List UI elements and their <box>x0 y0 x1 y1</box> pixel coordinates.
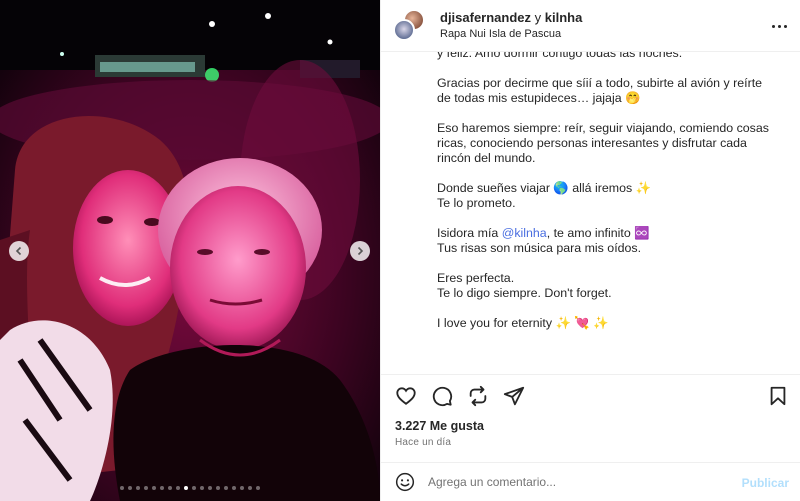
caption-paragraph: Eres perfecta. Te lo digo siempre. Don't… <box>437 271 777 301</box>
post-timestamp[interactable]: Hace un día <box>395 437 451 448</box>
caption-paragraph: I love you for eternity ✨ 💘 ✨ <box>437 316 777 331</box>
more-options-button[interactable] <box>771 19 787 33</box>
heart-icon[interactable] <box>395 385 417 407</box>
publish-button[interactable]: Publicar <box>742 476 789 490</box>
collaborator-username[interactable]: kilnha <box>545 10 583 25</box>
post-author-block: djisafernandez y kilnha Rapa Nui Isla de… <box>440 9 582 42</box>
comment-icon[interactable] <box>431 385 453 407</box>
bookmark-icon[interactable] <box>767 385 789 407</box>
caption-text: y feliz. Amo dormir contigo todas las no… <box>437 52 683 60</box>
caption-paragraph: Isidora mía @kilnha, te amo infinito ♾️ … <box>437 226 777 256</box>
caption-text: Te lo prometo. <box>437 196 516 210</box>
carousel-dot <box>232 486 236 490</box>
carousel-dot <box>240 486 244 490</box>
carousel-dot <box>144 486 148 490</box>
caption-text: Eres perfecta. <box>437 271 515 285</box>
carousel-dot <box>152 486 156 490</box>
carousel-dot <box>200 486 204 490</box>
caption-text: Gracias por decirme que síií a todo, sub… <box>437 76 763 105</box>
author-username[interactable]: djisafernandez <box>440 10 531 25</box>
caption-paragraph: Eso haremos siempre: reír, seguir viajan… <box>437 121 777 166</box>
caption-text: Donde sueñes viajar 🌎 allá iremos ✨ <box>437 181 652 195</box>
carousel-dot <box>120 486 124 490</box>
chevron-left-icon <box>15 246 22 256</box>
carousel-dot <box>224 486 228 490</box>
carousel-dot <box>176 486 180 490</box>
carousel-dot <box>248 486 252 490</box>
actions-bar <box>381 374 800 407</box>
carousel-dot <box>160 486 164 490</box>
carousel-next-button[interactable] <box>350 241 370 261</box>
chevron-right-icon <box>357 246 364 256</box>
more-horizontal-icon <box>777 24 781 28</box>
comment-input[interactable] <box>428 475 728 489</box>
caption-text: Isidora mía <box>437 226 499 240</box>
post-header: djisafernandez y kilnha Rapa Nui Isla de… <box>381 0 800 52</box>
comment-bar: Publicar <box>381 462 800 501</box>
more-horizontal-icon <box>783 24 787 28</box>
author-joiner: y <box>534 10 542 25</box>
caption-text: I love you for eternity ✨ 💘 ✨ <box>437 316 609 330</box>
post-caption: y feliz. Amo dormir contigo todas las no… <box>437 52 777 374</box>
caption-text: Eso haremos siempre: reír, seguir viajan… <box>437 121 769 165</box>
carousel-prev-button[interactable] <box>9 241 29 261</box>
avatar-group[interactable] <box>393 8 427 43</box>
likes-count[interactable]: 3.227 Me gusta <box>395 419 484 433</box>
more-horizontal-icon <box>771 24 775 28</box>
carousel-dot <box>256 486 260 490</box>
carousel-dot <box>208 486 212 490</box>
photo-scene <box>0 0 380 501</box>
caption-text: , te amo infinito ♾️ <box>546 226 650 240</box>
smiley-icon[interactable] <box>395 472 415 492</box>
caption-paragraph: Gracias por decirme que síií a todo, sub… <box>437 76 777 106</box>
post-panel: djisafernandez y kilnha Rapa Nui Isla de… <box>380 0 800 501</box>
caption-text: Tus risas son música para mis oídos. <box>437 241 642 255</box>
author-line: djisafernandez y kilnha <box>440 9 582 26</box>
caption-text: Te lo digo siempre. Don't forget. <box>437 286 612 300</box>
share-icon[interactable] <box>503 385 525 407</box>
mention-link[interactable]: @kilnha <box>502 226 547 240</box>
carousel-dot <box>184 486 188 490</box>
repost-icon[interactable] <box>467 385 489 407</box>
carousel-dot <box>216 486 220 490</box>
carousel-dot <box>192 486 196 490</box>
carousel-dots <box>0 486 380 490</box>
carousel-dot <box>136 486 140 490</box>
caption-paragraph: Donde sueñes viajar 🌎 allá iremos ✨ Te l… <box>437 181 777 211</box>
carousel-dot <box>128 486 132 490</box>
avatar[interactable] <box>393 18 415 41</box>
post-location[interactable]: Rapa Nui Isla de Pascua <box>440 27 582 42</box>
carousel-dot <box>168 486 172 490</box>
caption-paragraph: y feliz. Amo dormir contigo todas las no… <box>437 52 777 61</box>
post-photo <box>0 0 380 501</box>
